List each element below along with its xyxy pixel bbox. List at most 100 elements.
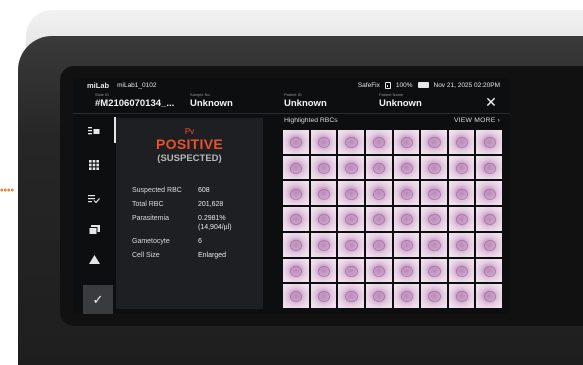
sidebar-item-images[interactable] — [73, 215, 115, 245]
rbc-thumbnail[interactable] — [365, 232, 392, 257]
status-bar: miLab miLab1_0102 SafeFix 100% Nov 21, 2… — [73, 78, 510, 92]
rbc-thumbnail[interactable] — [338, 232, 364, 257]
rbc-thumbnail[interactable] — [476, 130, 502, 154]
rbc-thumbnail[interactable] — [393, 258, 420, 283]
rbc-thumbnail[interactable] — [448, 130, 475, 154]
rbc-thumbnail[interactable] — [365, 258, 392, 283]
slide-id-value: #M2106070134_... — [95, 98, 175, 109]
rbc-thumbnail[interactable] — [310, 207, 337, 231]
stat-value: 608 — [198, 187, 210, 194]
stat-row: Parasitemia 0.2981% (14,904/µl) — [132, 215, 260, 232]
rbc-thumbnail[interactable] — [310, 232, 337, 257]
sidebar: ✓ — [73, 115, 116, 314]
sample-header: Slide ID #M2106070134_... Sample No. Unk… — [73, 92, 510, 114]
rbc-thumbnail[interactable] — [448, 284, 475, 308]
rbc-thumbnail[interactable] — [421, 284, 447, 308]
product-photo: miLab miLab1_0102 SafeFix 100% Nov 21, 2… — [0, 0, 583, 365]
decorative-dots — [0, 188, 14, 192]
rbc-thumbnail[interactable] — [283, 130, 309, 154]
rbc-thumbnail[interactable] — [310, 284, 337, 308]
rbc-thumbnail[interactable] — [283, 232, 309, 257]
device-id: miLab1_0102 — [117, 81, 157, 89]
rbc-thumbnail[interactable] — [476, 207, 502, 231]
close-icon[interactable]: ✕ — [484, 95, 498, 109]
patient-name-value: Unknown — [379, 98, 422, 109]
sidebar-item-grid[interactable] — [73, 150, 115, 180]
rbc-thumbnail[interactable] — [476, 258, 502, 283]
stat-value: 0.2981% (14,904/µl) — [198, 215, 232, 231]
rbc-thumbnail[interactable] — [338, 258, 364, 283]
device-screen: miLab miLab1_0102 SafeFix 100% Nov 21, 2… — [73, 78, 510, 314]
safefix-label: SafeFix — [357, 81, 380, 89]
rbc-thumbnail[interactable] — [338, 181, 364, 206]
stat-row: Gametocyte 6 — [132, 238, 260, 247]
rbc-thumbnail[interactable] — [338, 284, 364, 308]
rbc-thumbnail[interactable] — [393, 130, 420, 154]
patient-id-value: Unknown — [284, 98, 327, 109]
rbc-thumbnail[interactable] — [283, 284, 309, 308]
rbc-thumbnail[interactable] — [283, 155, 309, 180]
rbc-thumbnail[interactable] — [448, 232, 475, 257]
highlighted-rbc-panel: Highlighted RBCs VIEW MORE › — [278, 115, 510, 314]
stat-key: Total RBC — [132, 201, 164, 208]
result-qualifier: (SUSPECTED) — [157, 153, 222, 164]
rbc-thumbnail[interactable] — [421, 232, 447, 257]
rbc-thumbnail[interactable] — [283, 207, 309, 231]
stat-row: Total RBC 201,628 — [132, 201, 260, 210]
rbc-thumbnail[interactable] — [448, 258, 475, 283]
rbc-thumbnail[interactable] — [393, 232, 420, 257]
rbc-thumbnail[interactable] — [393, 284, 420, 308]
stat-value: Enlarged — [198, 251, 227, 259]
rbc-thumbnail[interactable] — [393, 155, 420, 180]
rbc-thumbnail[interactable] — [393, 181, 420, 206]
stat-key: Gametocyte — [132, 237, 170, 245]
rbc-thumbnail[interactable] — [476, 232, 502, 257]
rbc-thumbnail[interactable] — [448, 155, 475, 180]
datetime: Nov 21, 2025 02:20PM — [433, 81, 501, 89]
patient-name-field: Patient Name Unknown — [379, 93, 422, 109]
grid-icon — [89, 160, 99, 170]
rbc-thumbnail[interactable] — [421, 130, 447, 154]
rbc-thumbnail[interactable] — [421, 155, 447, 180]
warning-icon — [88, 254, 100, 264]
confirm-button[interactable]: ✓ — [83, 285, 113, 314]
rbc-thumbnail[interactable] — [338, 130, 364, 154]
view-more-link[interactable]: VIEW MORE › — [454, 117, 500, 124]
rbc-thumbnail[interactable] — [448, 207, 475, 231]
rbc-thumbnail[interactable] — [393, 207, 420, 231]
rbc-thumbnail[interactable] — [310, 155, 337, 180]
rbc-thumbnail[interactable] — [365, 130, 392, 154]
lock-icon — [384, 81, 391, 89]
sidebar-item-summary[interactable] — [73, 115, 115, 145]
rbc-thumbnail[interactable] — [365, 207, 392, 231]
rbc-thumbnail[interactable] — [310, 258, 337, 283]
rbc-thumbnail[interactable] — [421, 181, 447, 206]
rbc-thumbnail[interactable] — [421, 258, 447, 283]
rbc-thumbnail[interactable] — [283, 258, 309, 283]
sidebar-item-checklist[interactable] — [73, 183, 115, 213]
rbc-thumbnail[interactable] — [421, 207, 447, 231]
status-right: SafeFix 100% Nov 21, 2025 02:20PM — [357, 81, 501, 89]
list-check-icon — [88, 194, 100, 203]
rbc-thumbnail[interactable] — [310, 181, 337, 206]
rbc-thumbnail[interactable] — [310, 130, 337, 154]
stat-key: Parasitemia — [132, 215, 169, 222]
summary-icon — [88, 126, 100, 134]
stat-row: Cell Size Enlarged — [132, 252, 260, 261]
rbc-thumbnail[interactable] — [365, 284, 392, 308]
battery-percent: 100% — [395, 81, 413, 89]
rbc-thumbnail[interactable] — [338, 207, 364, 231]
rbc-thumbnail[interactable] — [283, 181, 309, 206]
rbc-thumbnail[interactable] — [365, 155, 392, 180]
sidebar-item-alert[interactable] — [73, 244, 115, 274]
rbc-thumbnail[interactable] — [476, 155, 502, 180]
stat-value: 6 — [198, 237, 202, 245]
rbc-thumbnail[interactable] — [338, 155, 364, 180]
rbc-thumbnail[interactable] — [365, 181, 392, 206]
patient-id-field: Patient ID Unknown — [284, 93, 327, 109]
result-panel: Pv POSITIVE (SUSPECTED) Suspected RBC 60… — [116, 118, 263, 309]
rbc-thumbnail[interactable] — [448, 181, 475, 206]
rbc-thumbnail[interactable] — [476, 284, 502, 308]
rbc-thumbnail[interactable] — [476, 181, 502, 206]
slide-id-field: Slide ID #M2106070134_... — [95, 93, 174, 109]
